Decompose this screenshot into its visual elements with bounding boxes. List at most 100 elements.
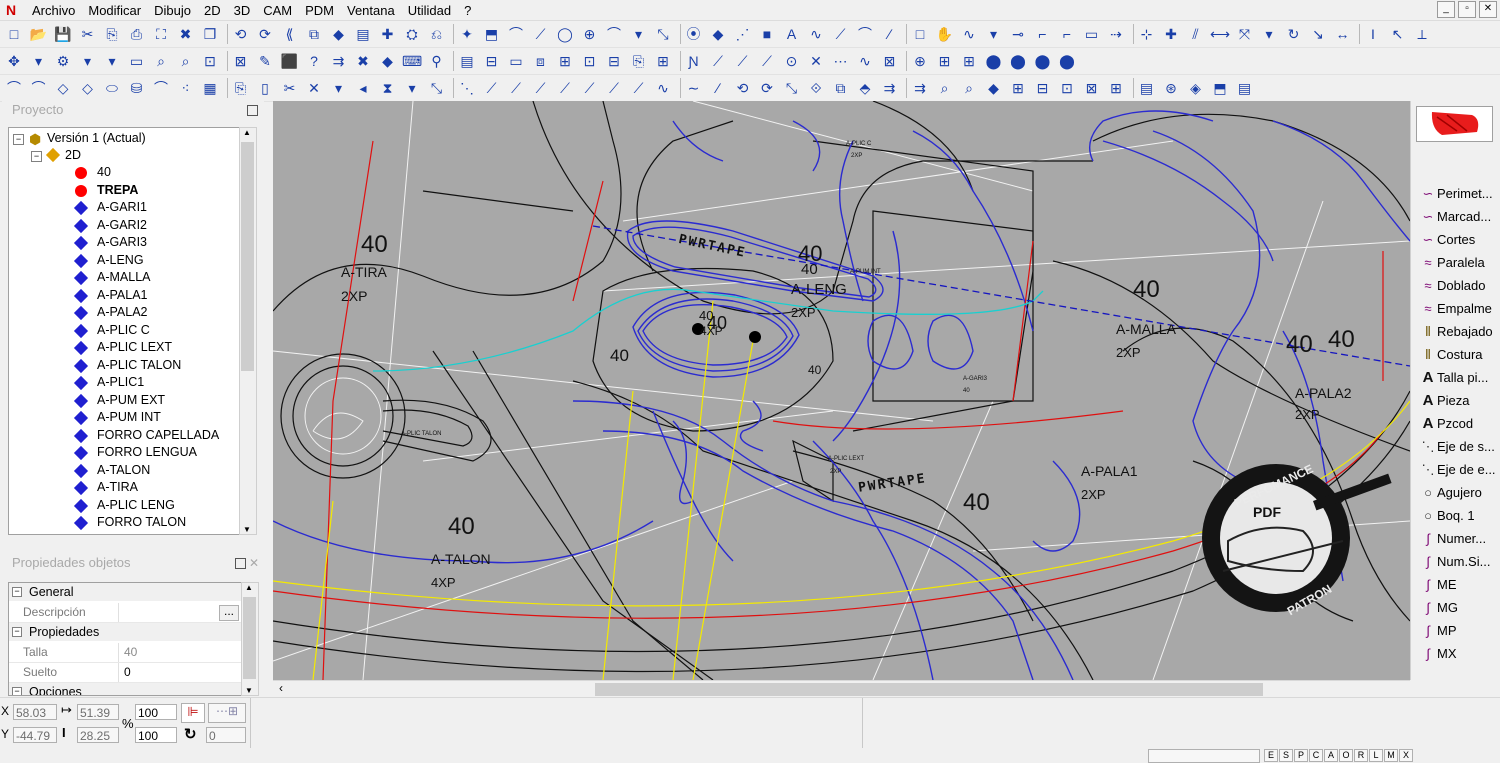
toolbar-tool-icon[interactable]: ⎘ bbox=[629, 51, 649, 71]
toolbar-tool-icon[interactable]: ⚙ bbox=[53, 51, 73, 71]
collapse-icon[interactable]: − bbox=[12, 627, 22, 637]
tool-item[interactable]: ∫ ME bbox=[1419, 574, 1500, 596]
property-row[interactable]: Descripción... bbox=[9, 603, 241, 623]
toolbar-tool-icon[interactable]: ▦ bbox=[200, 78, 220, 98]
tool-item[interactable]: ≈ Paralela bbox=[1419, 252, 1500, 274]
toolbar-tool-icon[interactable]: ⬒ bbox=[1210, 78, 1230, 98]
toolbar-tool-icon[interactable]: ⌕ bbox=[151, 51, 171, 71]
toolbar-tool-icon[interactable]: ⌒ bbox=[29, 78, 49, 98]
toolbar-tool-icon[interactable]: ⟲ bbox=[231, 24, 251, 44]
toolbar-tool-icon[interactable]: ⬤ bbox=[1057, 51, 1077, 71]
collapse-icon[interactable]: − bbox=[31, 151, 42, 162]
snap-toggle[interactable]: O bbox=[1339, 749, 1353, 762]
menu-item[interactable]: CAM bbox=[263, 3, 292, 18]
snap-toggle[interactable]: L bbox=[1369, 749, 1383, 762]
toolbar-tool-icon[interactable]: ⎘ bbox=[102, 24, 122, 44]
tool-item[interactable]: ∫ MP bbox=[1419, 620, 1500, 642]
toolbar-tool-icon[interactable]: ⊞ bbox=[653, 51, 673, 71]
toolbar-tool-icon[interactable]: ⊠ bbox=[231, 51, 251, 71]
toolbar-tool-icon[interactable]: ⊟ bbox=[604, 51, 624, 71]
toolbar-tool-icon[interactable]: ◇ bbox=[78, 78, 98, 98]
toolbar-tool-icon[interactable]: ▾ bbox=[984, 24, 1004, 44]
scale-x-input[interactable]: 100 bbox=[135, 704, 177, 720]
menu-item[interactable]: 2D bbox=[204, 3, 221, 18]
menu-item[interactable]: PDM bbox=[305, 3, 334, 18]
minimize-button[interactable]: _ bbox=[1437, 1, 1455, 18]
toolbar-tool-icon[interactable]: ↔ bbox=[1333, 24, 1353, 44]
snap-toggle[interactable]: M bbox=[1384, 749, 1398, 762]
properties-scrollbar[interactable]: ▲ ▼ bbox=[241, 582, 259, 696]
toolbar-tool-icon[interactable]: ✚ bbox=[378, 24, 398, 44]
toolbar-tool-icon[interactable]: ⧉ bbox=[304, 24, 324, 44]
toolbar-tool-icon[interactable]: ⊡ bbox=[200, 51, 220, 71]
toolbar-tool-icon[interactable]: ⌒ bbox=[4, 78, 24, 98]
snap-toggle[interactable]: A bbox=[1324, 749, 1338, 762]
toolbar-tool-icon[interactable]: ? bbox=[304, 51, 324, 71]
toolbar-tool-icon[interactable]: ⌨ bbox=[402, 51, 422, 71]
tree-scrollbar[interactable]: ▲ ▼ bbox=[239, 127, 257, 535]
toolbar-tool-icon[interactable]: ⌕ bbox=[959, 78, 979, 98]
toolbar-tool-icon[interactable]: Ɲ bbox=[684, 51, 704, 71]
toolbar-tool-icon[interactable]: ▾ bbox=[78, 51, 98, 71]
toolbar-tool-icon[interactable]: ⛭ bbox=[402, 24, 422, 44]
canvas-hscrollbar[interactable]: ‹ bbox=[273, 680, 1410, 698]
toolbar-tool-icon[interactable]: ∿ bbox=[959, 24, 979, 44]
toolbar-tool-icon[interactable]: 📂 bbox=[29, 24, 49, 44]
toolbar-tool-icon[interactable]: □ bbox=[4, 24, 24, 44]
tool-item[interactable]: ⋱ Eje de s... bbox=[1419, 436, 1500, 458]
menu-item[interactable]: Dibujo bbox=[154, 3, 191, 18]
toolbar-tool-icon[interactable]: ▤ bbox=[1137, 78, 1157, 98]
menu-item[interactable]: 3D bbox=[234, 3, 251, 18]
property-row[interactable]: Suelto 0 bbox=[9, 663, 241, 683]
snap-toggle[interactable]: P bbox=[1294, 749, 1308, 762]
toolbar-tool-icon[interactable]: ⌒ bbox=[855, 24, 875, 44]
tool-item[interactable]: A Pieza bbox=[1419, 390, 1500, 412]
toolbar-tool-icon[interactable]: ⛶ bbox=[151, 24, 171, 44]
tool-item[interactable]: ≈ Empalme bbox=[1419, 298, 1500, 320]
toolbar-tool-icon[interactable]: ⤡ bbox=[653, 24, 673, 44]
snap-toggle[interactable]: S bbox=[1279, 749, 1293, 762]
toolbar-tool-icon[interactable]: ↘ bbox=[1308, 24, 1328, 44]
toolbar-tool-icon[interactable]: ⤡ bbox=[427, 78, 447, 98]
toolbar-tool-icon[interactable]: ↖ bbox=[1388, 24, 1408, 44]
toolbar-tool-icon[interactable]: ⊸ bbox=[1008, 24, 1028, 44]
toolbar-tool-icon[interactable]: ⟋ bbox=[733, 51, 753, 71]
toolbar-tool-icon[interactable]: ⋰ bbox=[733, 24, 753, 44]
ruler-icon[interactable]: ⊫ bbox=[181, 703, 205, 723]
toolbar-tool-icon[interactable]: ⊙ bbox=[782, 51, 802, 71]
scroll-down-icon[interactable]: ▼ bbox=[243, 525, 251, 534]
toolbar-tool-icon[interactable]: A bbox=[782, 24, 802, 44]
scroll-up-icon[interactable]: ▲ bbox=[243, 128, 251, 137]
toolbar-tool-icon[interactable]: ◂ bbox=[353, 78, 373, 98]
property-category[interactable]: − Propiedades bbox=[9, 623, 241, 641]
tool-item[interactable]: ⫴ Costura bbox=[1419, 344, 1500, 366]
tool-item[interactable]: ∽ Perimet... bbox=[1419, 183, 1500, 205]
property-value[interactable]: 40 bbox=[124, 643, 137, 662]
toolbar-tool-icon[interactable]: ▯ bbox=[255, 78, 275, 98]
toolbar-tool-icon[interactable]: ⊠ bbox=[1082, 78, 1102, 98]
toolbar-tool-icon[interactable]: ⋱ bbox=[457, 78, 477, 98]
scroll-down-icon[interactable]: ▼ bbox=[245, 686, 253, 695]
tool-item[interactable]: ∽ Marcad... bbox=[1419, 206, 1500, 228]
toolbar-tool-icon[interactable]: ∿ bbox=[653, 78, 673, 98]
toolbar-tool-icon[interactable]: ⛁ bbox=[127, 78, 147, 98]
toolbar-tool-icon[interactable]: ◆ bbox=[708, 24, 728, 44]
toolbar-tool-icon[interactable]: ⟋ bbox=[708, 51, 728, 71]
tool-item[interactable]: ≈ Doblado bbox=[1419, 275, 1500, 297]
toolbar-tool-icon[interactable]: I bbox=[1363, 24, 1383, 44]
toolbar-tool-icon[interactable]: ⇉ bbox=[329, 51, 349, 71]
toolbar-tool-icon[interactable]: ⋯ bbox=[831, 51, 851, 71]
toolbar-tool-icon[interactable]: ⟪ bbox=[280, 24, 300, 44]
toolbar-tool-icon[interactable]: ∼ bbox=[684, 78, 704, 98]
snap-toggle[interactable]: X bbox=[1399, 749, 1413, 762]
toolbar-tool-icon[interactable]: ◆ bbox=[378, 51, 398, 71]
toolbar-tool-icon[interactable]: ⊕ bbox=[580, 24, 600, 44]
toolbar-tool-icon[interactable]: ▾ bbox=[402, 78, 422, 98]
toolbar-tool-icon[interactable]: ⟂ bbox=[1412, 24, 1432, 44]
toolbar-tool-icon[interactable]: ⌒ bbox=[151, 78, 171, 98]
toolbar-tool-icon[interactable]: ⊞ bbox=[555, 51, 575, 71]
toolbar-tool-icon[interactable]: ✖ bbox=[353, 51, 373, 71]
drawing-canvas[interactable]: 40 A-TIRA 2XP PWRTAPE 40 40 A-LENG 2XP 40 A-MALLA… bbox=[273, 101, 1410, 680]
toolbar-tool-icon[interactable]: ▾ bbox=[329, 78, 349, 98]
collapse-icon[interactable]: − bbox=[12, 587, 22, 597]
